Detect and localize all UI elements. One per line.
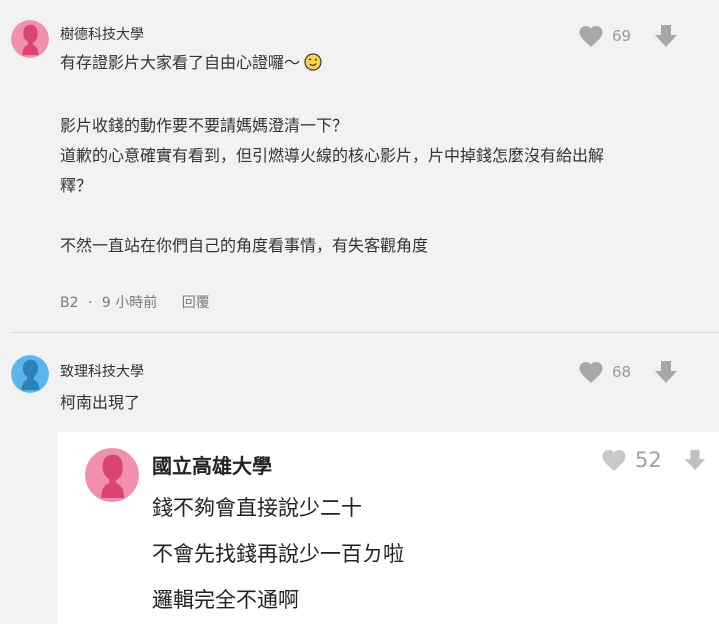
comment-line: 影片收錢的動作要不要請媽媽澄清一下？ [60,116,349,135]
floor-number: B2 [60,295,79,311]
like-count: 68 [612,363,632,381]
meta-separator: · [87,295,93,311]
comment-body: 錢不夠會直接說少二十 不會先找錢再說少一百ㄉ啦 邏輯完全不通啊 [152,485,404,623]
arrow-down-icon [654,24,678,48]
comment-line: 錢不夠會直接說少二十 [152,496,362,520]
comment-body: 柯南出現了 [60,388,140,418]
female-avatar-icon[interactable] [11,20,49,58]
quoted-comment-card: 國立高雄大學 52 錢不夠會直接說少二十 不會先找錢再說少一百ㄉ啦 邏輯完全不通… [58,432,719,624]
comment-line: 不會先找錢再說少一百ㄉ啦 [152,542,404,566]
comment-line: 邏輯完全不通啊 [152,588,299,612]
like-button[interactable]: 68 [578,361,631,384]
dislike-button[interactable] [684,448,706,472]
female-avatar-icon[interactable] [85,448,139,502]
comment-line: 柯南出現了 [60,393,141,412]
arrow-down-icon [684,448,706,472]
comment-line: 釋？ [60,176,93,195]
comment-actions: 52 [601,448,706,472]
wink-emoji-icon [304,51,322,81]
comment-actions: 69 [578,24,678,48]
male-avatar-icon[interactable] [11,355,49,393]
comment-line: 有存證影片大家看了自由心證囉～ [60,48,604,81]
comment-body: 有存證影片大家看了自由心證囉～ 影片收錢的動作要不要請媽媽澄清一下？ 道歉的心意… [60,48,604,261]
heart-icon [578,25,604,48]
timestamp: 9 小時前 [101,295,158,311]
heart-icon [578,361,604,384]
like-count: 52 [635,448,662,472]
heart-icon [601,449,627,472]
author-school[interactable]: 樹德科技大學 [60,24,144,44]
comment-line: 不然一直站在你們自己的角度看事情，有失客觀角度 [60,236,429,255]
comment-meta: B2 · 9 小時前 回覆 [60,292,210,312]
comment-actions: 68 [578,360,678,384]
like-button[interactable]: 52 [601,448,662,472]
dislike-button[interactable] [654,24,678,48]
reply-button[interactable]: 回覆 [182,292,210,312]
author-school[interactable]: 國立高雄大學 [152,450,272,479]
like-count: 69 [612,27,632,45]
dislike-button[interactable] [654,360,678,384]
divider [10,332,719,333]
like-button[interactable]: 69 [578,25,631,48]
comment-line: 道歉的心意確實有看到，但引燃導火線的核心影片，片中掉錢怎麼沒有給出解 [60,146,605,165]
author-school[interactable]: 致理科技大學 [60,361,144,381]
arrow-down-icon [654,360,678,384]
